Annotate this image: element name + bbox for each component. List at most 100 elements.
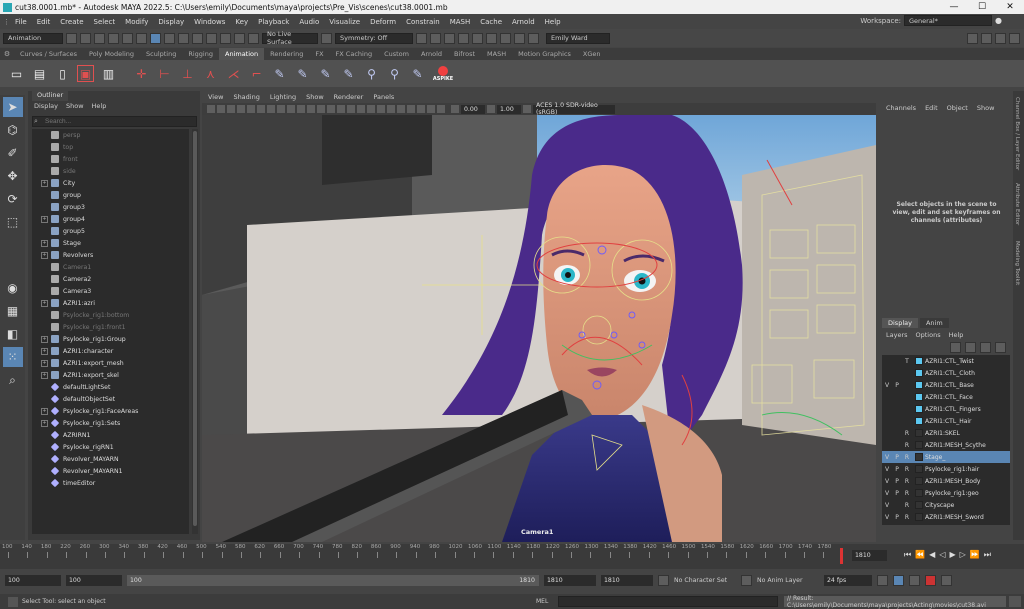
outliner-item[interactable]: Psylocke_rig1:front1: [32, 321, 189, 333]
menu-playback[interactable]: Playback: [253, 18, 294, 26]
shelf-tab-curves-surfaces[interactable]: Curves / Surfaces: [14, 48, 83, 60]
script-editor-icon[interactable]: [1009, 596, 1021, 607]
outliner-item[interactable]: Revolver_MAYARN: [32, 453, 189, 465]
motion-blur-icon[interactable]: [387, 105, 395, 113]
layer-visibility-toggle[interactable]: V: [882, 502, 892, 509]
ipr-render-icon[interactable]: [444, 32, 455, 44]
viewport-menu-renderer[interactable]: Renderer: [334, 93, 364, 101]
layer-display-type-toggle[interactable]: R: [902, 514, 912, 521]
gate-mask-icon[interactable]: [267, 105, 275, 113]
outliner-item[interactable]: defaultObjectSet: [32, 393, 189, 405]
time-slider[interactable]: 100 140 180 220 260 300 340 380 420 460 500 540 580 6…: [0, 544, 1024, 569]
toggle-modeling-toolkit-icon[interactable]: [967, 32, 978, 44]
expand-icon[interactable]: +: [41, 335, 48, 343]
shelf-tab-xgen[interactable]: XGen: [577, 48, 607, 60]
viewport-menu-panels[interactable]: Panels: [373, 93, 394, 101]
persp-outliner-layout-icon[interactable]: ◧: [3, 324, 23, 344]
render-frame-icon[interactable]: [416, 32, 427, 44]
layer-row[interactable]: R AZRI1:MESH_Scythe: [882, 439, 1010, 451]
move-tool-icon[interactable]: ✥: [3, 166, 23, 186]
wireframe-icon[interactable]: [307, 105, 315, 113]
use-all-lights-icon[interactable]: [357, 105, 365, 113]
undo-icon[interactable]: [94, 32, 105, 44]
magnet-icon[interactable]: [234, 32, 245, 44]
paint-select-icon[interactable]: ✐: [3, 143, 23, 163]
light-editor-icon[interactable]: [500, 32, 511, 44]
select-tool-icon[interactable]: ➤: [2, 97, 23, 117]
outliner-menu-show[interactable]: Show: [66, 102, 84, 110]
menu-help[interactable]: Help: [540, 18, 566, 26]
hypershade-icon[interactable]: [472, 32, 483, 44]
layer-display-type-toggle[interactable]: R: [902, 490, 912, 497]
toggle-attribute-editor-icon[interactable]: [981, 32, 992, 44]
shelf-tab-bifrost[interactable]: Bifrost: [448, 48, 481, 60]
layer-tab-anim[interactable]: Anim: [919, 318, 949, 328]
search-tool-icon[interactable]: ⌕: [3, 370, 23, 390]
layer-visibility-toggle[interactable]: V: [882, 454, 892, 461]
screen-space-ao-icon[interactable]: [377, 105, 385, 113]
layer-playback-toggle[interactable]: P: [892, 466, 902, 473]
textured-icon[interactable]: [347, 105, 355, 113]
ik-handle-icon[interactable]: ⊢: [156, 65, 173, 82]
aspike-icon[interactable]: ASPIKE: [432, 65, 454, 82]
symmetry-dropdown[interactable]: Symmetry: Off: [335, 32, 413, 44]
keyframe-settings-icon[interactable]: [925, 574, 936, 586]
anim-layer-icon[interactable]: [741, 574, 752, 586]
layer-display-type-toggle[interactable]: R: [902, 442, 912, 449]
wireframe-on-shaded-icon[interactable]: [337, 105, 345, 113]
live-surface-field[interactable]: No Live Surface: [262, 30, 318, 46]
playback-start-field[interactable]: 100: [66, 574, 122, 586]
toggle-channel-box-icon[interactable]: [1009, 32, 1020, 44]
layer-row[interactable]: R AZRI1:SKEL: [882, 427, 1010, 439]
expand-icon[interactable]: +: [41, 371, 48, 379]
film-gate-icon[interactable]: [247, 105, 255, 113]
character-set-dropdown[interactable]: No Character Set: [674, 577, 736, 584]
minimize-button[interactable]: —: [940, 2, 968, 12]
select-components-icon[interactable]: [150, 32, 161, 44]
default-material-icon[interactable]: [327, 105, 335, 113]
play-backwards-icon[interactable]: ◁: [939, 550, 945, 560]
shelf-tab-rendering[interactable]: Rendering: [264, 48, 309, 60]
scale-constraint-icon[interactable]: ✎: [340, 65, 357, 82]
side-tab-attribute-editor[interactable]: Attribute Editor: [1014, 183, 1020, 225]
shelf-tab-fx-caching[interactable]: FX Caching: [330, 48, 379, 60]
layer-color-swatch[interactable]: [915, 429, 923, 437]
channel-box-menu-channels[interactable]: Channels: [886, 104, 916, 112]
expand-icon[interactable]: +: [41, 359, 48, 367]
layer-row[interactable]: V P AZRI1:CTL_Base: [882, 379, 1010, 391]
outliner-item[interactable]: + AZRI1:character: [32, 345, 189, 357]
layer-row[interactable]: AZRI1:CTL_Cloth: [882, 367, 1010, 379]
symmetry-icon[interactable]: [321, 32, 332, 44]
layer-row[interactable]: T AZRI1:CTL_Twist: [882, 355, 1010, 367]
ghost-icon[interactable]: ▯: [54, 65, 71, 82]
layer-menu-options[interactable]: Options: [916, 331, 941, 339]
ik-spline-icon[interactable]: ⊥: [179, 65, 196, 82]
layer-visibility-toggle[interactable]: V: [882, 514, 892, 521]
layer-playback-toggle[interactable]: P: [892, 478, 902, 485]
layer-row[interactable]: V R Cityscape: [882, 499, 1010, 511]
3d-scene-view[interactable]: Camera1: [202, 115, 876, 542]
lasso-tool-icon[interactable]: ⌬: [3, 120, 23, 140]
outliner-item[interactable]: + Revolvers: [32, 249, 189, 261]
outliner-item[interactable]: + AZRI1:export_mesh: [32, 357, 189, 369]
orient-constraint-icon[interactable]: ✎: [317, 65, 334, 82]
layer-playback-toggle[interactable]: P: [892, 514, 902, 521]
layer-playback-toggle[interactable]: P: [892, 382, 902, 389]
current-time-marker[interactable]: [840, 548, 843, 564]
menu-display[interactable]: Display: [153, 18, 189, 26]
paint-weights-icon[interactable]: ⋌: [225, 65, 242, 82]
aim-constraint-icon[interactable]: ⚲: [363, 65, 380, 82]
playback-options-icon[interactable]: [909, 574, 920, 586]
outliner-item[interactable]: persp: [32, 129, 189, 141]
script-language-toggle[interactable]: MEL: [536, 598, 556, 605]
menuset-dropdown[interactable]: Animation: [3, 32, 63, 44]
expand-icon[interactable]: +: [41, 239, 48, 247]
anim-layer-dropdown[interactable]: No Anim Layer: [757, 577, 819, 584]
outliner-item[interactable]: AZRIRN1: [32, 429, 189, 441]
layer-color-swatch[interactable]: [915, 369, 923, 377]
playblast-icon[interactable]: ▭: [8, 65, 25, 82]
rotate-tool-icon[interactable]: ⟳: [3, 189, 23, 209]
live-surface-icon[interactable]: [248, 32, 259, 44]
close-button[interactable]: ✕: [996, 2, 1024, 12]
layer-row[interactable]: V P R Psylocke_rig1:hair: [882, 463, 1010, 475]
